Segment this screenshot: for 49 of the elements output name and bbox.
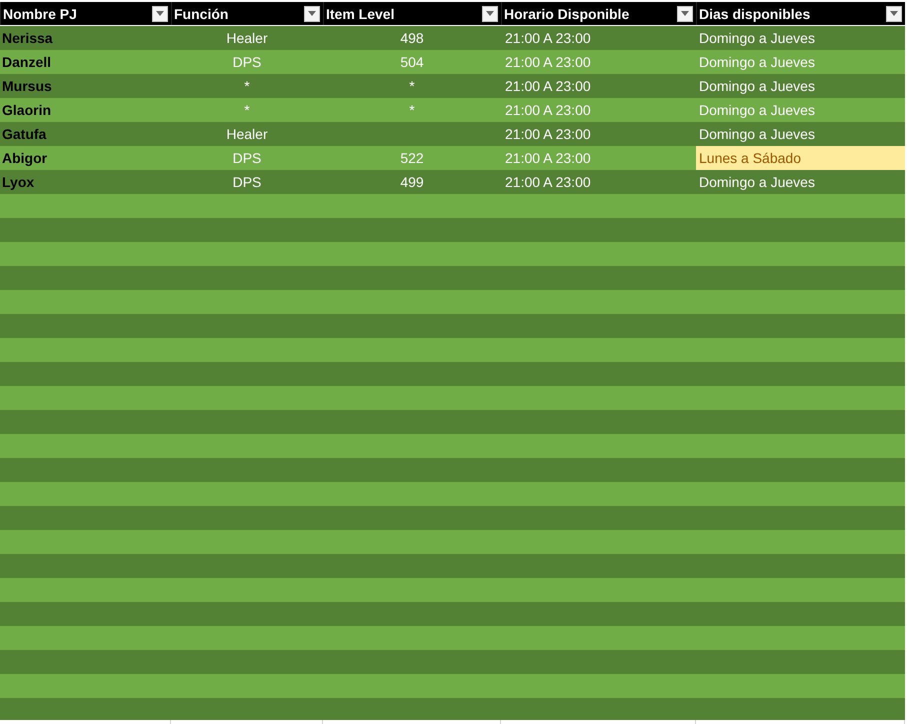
character-name: Nerissa xyxy=(2,30,53,46)
days-cell: Domingo a Jueves xyxy=(699,78,815,94)
schedule-cell: 21:00 A 23:00 xyxy=(505,174,591,190)
item-level-cell: 522 xyxy=(400,150,424,166)
filter-button[interactable] xyxy=(304,6,320,22)
column-header: Nombre PJ xyxy=(3,6,77,22)
role-cell: DPS xyxy=(232,54,262,70)
schedule-cell: 21:00 A 23:00 xyxy=(505,150,591,166)
character-name: Gatufa xyxy=(2,126,46,142)
days-cell: Domingo a Jueves xyxy=(699,102,815,118)
filter-button[interactable] xyxy=(886,6,902,22)
dropdown-arrow-icon xyxy=(486,11,494,16)
character-name: Danzell xyxy=(2,54,52,70)
column-header: Función xyxy=(174,6,228,22)
role-cell: DPS xyxy=(232,174,262,190)
days-cell: Domingo a Jueves xyxy=(699,30,815,46)
item-level-cell: 499 xyxy=(400,174,424,190)
schedule-cell: 21:00 A 23:00 xyxy=(505,30,591,46)
filter-button[interactable] xyxy=(482,6,498,22)
dropdown-arrow-icon xyxy=(681,11,689,16)
dropdown-arrow-icon xyxy=(308,11,316,16)
role-cell: Healer xyxy=(226,30,268,46)
filter-button[interactable] xyxy=(677,6,693,22)
role-cell: * xyxy=(244,78,250,94)
days-cell: Domingo a Jueves xyxy=(699,174,815,190)
character-name: Abigor xyxy=(2,150,48,166)
dropdown-arrow-icon xyxy=(156,11,164,16)
schedule-cell: 21:00 A 23:00 xyxy=(505,78,591,94)
schedule-cell: 21:00 A 23:00 xyxy=(505,126,591,142)
item-level-cell: 498 xyxy=(400,30,424,46)
days-cell: Domingo a Jueves xyxy=(699,54,815,70)
role-cell: DPS xyxy=(232,150,262,166)
role-cell: * xyxy=(244,102,250,118)
column-header: Horario Disponible xyxy=(504,6,630,22)
item-level-cell: * xyxy=(409,102,415,118)
schedule-cell: 21:00 A 23:00 xyxy=(505,54,591,70)
filter-button[interactable] xyxy=(152,6,168,22)
item-level-cell: 504 xyxy=(400,54,424,70)
role-cell: Healer xyxy=(226,126,268,142)
dropdown-arrow-icon xyxy=(890,11,898,16)
character-name: Glaorin xyxy=(2,102,52,118)
column-header: Dias disponibles xyxy=(699,6,810,22)
highlighted-cell: Lunes a Sábado xyxy=(696,146,905,170)
schedule-cell: 21:00 A 23:00 xyxy=(505,102,591,118)
days-cell: Domingo a Jueves xyxy=(699,126,815,142)
item-level-cell: * xyxy=(409,78,415,94)
column-header: Item Level xyxy=(326,6,394,22)
character-name: Lyox xyxy=(2,174,34,190)
character-name: Mursus xyxy=(2,78,52,94)
